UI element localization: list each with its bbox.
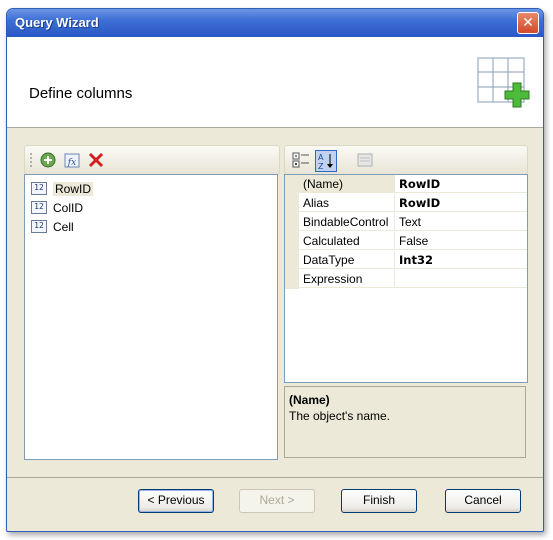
footer-divider	[7, 477, 543, 478]
property-name: Calculated	[299, 232, 395, 250]
window-title: Query Wizard	[15, 15, 99, 30]
columns-toolbar: fx	[24, 145, 280, 175]
list-item[interactable]: 12 Cell	[31, 217, 74, 235]
svg-text:A: A	[318, 153, 324, 162]
help-text: The object's name.	[289, 409, 391, 423]
row-gutter	[285, 194, 299, 213]
finish-button[interactable]: Finish	[341, 489, 417, 513]
property-pages-icon	[357, 153, 373, 167]
property-row[interactable]: (Name) RowID	[285, 175, 527, 194]
int-type-icon: 12	[31, 201, 47, 215]
property-grid: (Name) RowID Alias RowID BindableControl…	[284, 174, 528, 383]
grip-icon	[30, 153, 32, 167]
property-row[interactable]: BindableControl Text	[285, 213, 527, 232]
property-name: Alias	[299, 194, 395, 212]
property-value[interactable]: Int32	[395, 251, 527, 269]
property-value[interactable]: RowID	[395, 194, 527, 212]
property-row[interactable]: Alias RowID	[285, 194, 527, 213]
row-gutter	[285, 175, 299, 194]
property-name: BindableControl	[299, 213, 395, 231]
add-column-icon[interactable]	[39, 151, 57, 169]
sort-alphabetical-icon[interactable]: A Z	[315, 150, 337, 172]
close-button[interactable]: ✕	[517, 12, 539, 34]
property-row[interactable]: Calculated False	[285, 232, 527, 251]
row-gutter	[285, 213, 299, 232]
property-row[interactable]: Expression	[285, 270, 527, 289]
next-button[interactable]: Next >	[239, 489, 315, 513]
property-value[interactable]	[395, 270, 527, 288]
row-gutter	[285, 251, 299, 270]
property-name: Expression	[299, 270, 395, 288]
query-wizard-window: Query Wizard ✕ Define columns fx 12 RowI…	[6, 8, 544, 532]
list-item[interactable]: 12 ColID	[31, 198, 83, 216]
row-gutter	[285, 270, 299, 289]
property-name: (Name)	[299, 175, 395, 193]
property-value[interactable]: RowID	[395, 175, 527, 193]
help-title: (Name)	[289, 393, 330, 407]
categorized-icon[interactable]	[291, 150, 311, 170]
cancel-button[interactable]: Cancel	[445, 489, 521, 513]
property-help: (Name) The object's name.	[284, 386, 526, 458]
property-name: DataType	[299, 251, 395, 269]
int-type-icon: 12	[31, 220, 47, 234]
add-table-icon	[477, 57, 530, 108]
delete-icon[interactable]	[87, 151, 105, 169]
property-row[interactable]: DataType Int32	[285, 251, 527, 270]
add-expression-icon[interactable]: fx	[63, 151, 81, 169]
previous-button[interactable]: < Previous	[138, 489, 214, 513]
header-panel: Define columns	[7, 37, 543, 128]
title-bar: Query Wizard ✕	[7, 9, 543, 37]
property-value[interactable]: Text	[395, 213, 527, 231]
page-title: Define columns	[29, 85, 133, 102]
svg-text:fx: fx	[67, 158, 76, 168]
row-gutter	[285, 232, 299, 251]
property-value[interactable]: False	[395, 232, 527, 250]
int-type-icon: 12	[31, 182, 47, 196]
svg-text:Z: Z	[318, 162, 324, 171]
list-item[interactable]: 12 RowID	[31, 179, 94, 197]
columns-list: 12 RowID 12 ColID 12 Cell	[24, 174, 278, 460]
properties-toolbar: A Z	[284, 145, 528, 175]
